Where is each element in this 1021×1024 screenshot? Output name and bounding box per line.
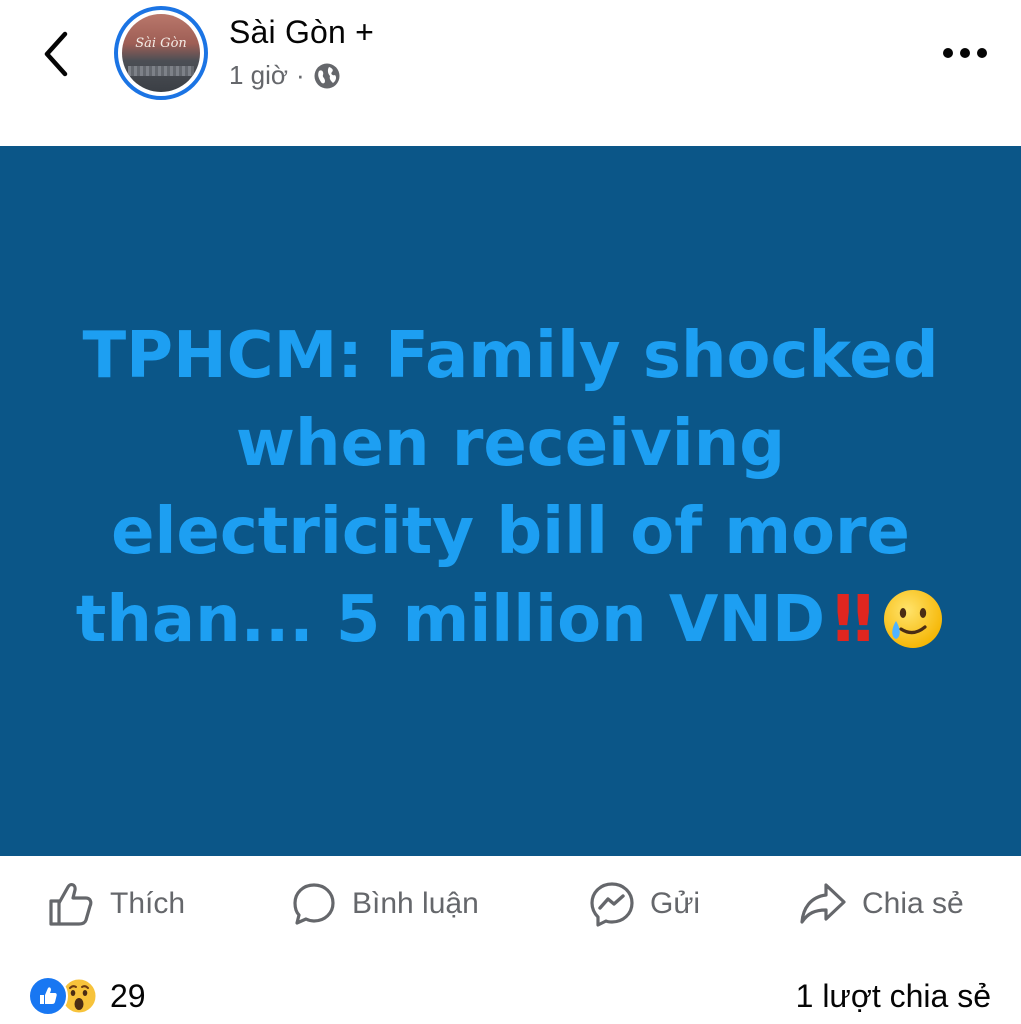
post-header: Sài Gòn Sài Gòn + 1 giờ · <box>0 0 1021 146</box>
smiling-face-with-tear-icon <box>881 586 945 650</box>
like-icon <box>28 976 68 1016</box>
like-button[interactable]: Thích <box>46 876 185 932</box>
more-options-button[interactable] <box>935 36 995 70</box>
share-button[interactable]: Chia sẻ <box>798 876 964 932</box>
like-label: Thích <box>110 887 186 920</box>
chevron-left-icon <box>44 31 68 77</box>
comment-bubble-icon <box>293 883 335 925</box>
comment-button[interactable]: Bình luận <box>290 876 479 932</box>
post-content-card[interactable]: TPHCM: Family shocked when receiving ele… <box>0 146 1021 856</box>
send-button[interactable]: Gửi <box>588 876 700 932</box>
comment-label: Bình luận <box>352 887 479 920</box>
meta-separator: · <box>295 60 305 90</box>
page-avatar-image: Sài Gòn <box>122 14 200 92</box>
share-label: Chia sẻ <box>862 887 964 920</box>
reactions-summary[interactable]: 29 <box>28 976 146 1016</box>
share-count[interactable]: 1 lượt chia sẻ <box>796 978 991 1015</box>
send-label: Gửi <box>650 887 701 920</box>
avatar[interactable]: Sài Gòn <box>114 6 208 100</box>
post-text-body: TPHCM: Family shocked when receiving ele… <box>75 319 939 657</box>
post-footer: 29 1 lượt chia sẻ <box>0 956 1021 1024</box>
post-view: Sài Gòn Sài Gòn + 1 giờ · TPHCM: Family … <box>0 0 1021 1024</box>
post-time[interactable]: 1 giờ <box>229 60 288 91</box>
messenger-icon <box>590 882 634 927</box>
post-text: TPHCM: Family shocked when receiving ele… <box>61 312 961 664</box>
globe-icon <box>313 62 341 90</box>
post-meta: 1 giờ · <box>229 60 341 91</box>
share-arrow-icon <box>800 883 846 924</box>
more-dots-icon <box>943 48 987 58</box>
page-name[interactable]: Sài Gòn + <box>229 14 374 51</box>
avatar-logo-text: Sài Gòn <box>135 36 187 51</box>
double-exclamation-icon: ‼ <box>833 583 873 657</box>
back-button[interactable] <box>30 26 82 82</box>
reaction-count: 29 <box>110 977 146 1014</box>
post-action-bar: Thích Bình luận Gửi Chia sẻ <box>0 856 1021 952</box>
thumbs-up-icon <box>49 883 93 926</box>
